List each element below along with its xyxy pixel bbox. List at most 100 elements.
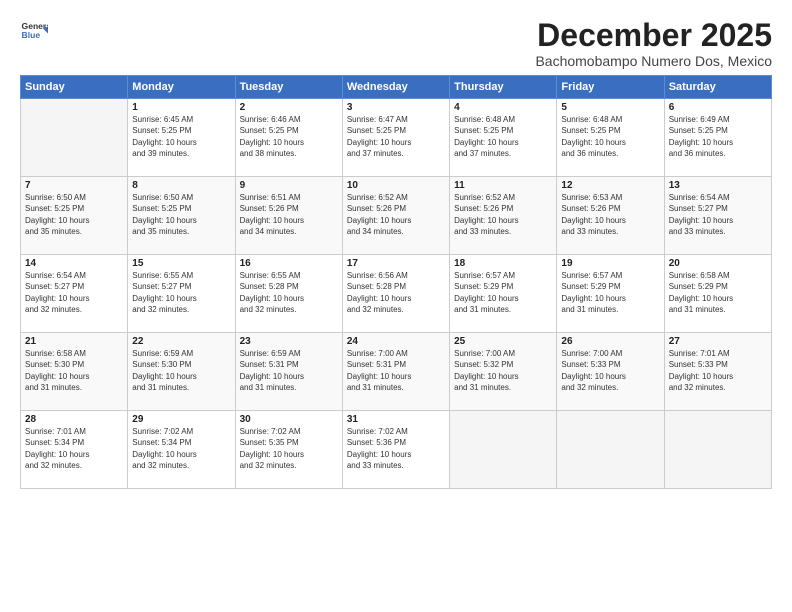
day-number: 22 <box>132 336 230 347</box>
day-number: 26 <box>561 336 659 347</box>
table-row: 30Sunrise: 7:02 AM Sunset: 5:35 PM Dayli… <box>235 411 342 489</box>
day-number: 8 <box>132 180 230 191</box>
table-row: 29Sunrise: 7:02 AM Sunset: 5:34 PM Dayli… <box>128 411 235 489</box>
table-row: 6Sunrise: 6:49 AM Sunset: 5:25 PM Daylig… <box>664 99 771 177</box>
calendar-table: Sunday Monday Tuesday Wednesday Thursday… <box>20 75 772 489</box>
table-row: 18Sunrise: 6:57 AM Sunset: 5:29 PM Dayli… <box>450 255 557 333</box>
month-title: December 2025 <box>535 18 772 53</box>
table-row: 9Sunrise: 6:51 AM Sunset: 5:26 PM Daylig… <box>235 177 342 255</box>
day-number: 6 <box>669 102 767 113</box>
day-info: Sunrise: 6:51 AM Sunset: 5:26 PM Dayligh… <box>240 192 338 237</box>
table-row: 12Sunrise: 6:53 AM Sunset: 5:26 PM Dayli… <box>557 177 664 255</box>
day-number: 19 <box>561 258 659 269</box>
location-title: Bachomobampo Numero Dos, Mexico <box>535 53 772 69</box>
table-row: 8Sunrise: 6:50 AM Sunset: 5:25 PM Daylig… <box>128 177 235 255</box>
day-number: 31 <box>347 414 445 425</box>
table-row: 24Sunrise: 7:00 AM Sunset: 5:31 PM Dayli… <box>342 333 449 411</box>
table-row: 7Sunrise: 6:50 AM Sunset: 5:25 PM Daylig… <box>21 177 128 255</box>
table-row: 3Sunrise: 6:47 AM Sunset: 5:25 PM Daylig… <box>342 99 449 177</box>
day-number: 17 <box>347 258 445 269</box>
calendar-week-row: 28Sunrise: 7:01 AM Sunset: 5:34 PM Dayli… <box>21 411 772 489</box>
header-thursday: Thursday <box>450 76 557 99</box>
table-row: 26Sunrise: 7:00 AM Sunset: 5:33 PM Dayli… <box>557 333 664 411</box>
day-info: Sunrise: 6:46 AM Sunset: 5:25 PM Dayligh… <box>240 114 338 159</box>
table-row: 15Sunrise: 6:55 AM Sunset: 5:27 PM Dayli… <box>128 255 235 333</box>
table-row: 14Sunrise: 6:54 AM Sunset: 5:27 PM Dayli… <box>21 255 128 333</box>
day-number: 29 <box>132 414 230 425</box>
calendar-week-row: 7Sunrise: 6:50 AM Sunset: 5:25 PM Daylig… <box>21 177 772 255</box>
table-row: 20Sunrise: 6:58 AM Sunset: 5:29 PM Dayli… <box>664 255 771 333</box>
day-info: Sunrise: 7:02 AM Sunset: 5:35 PM Dayligh… <box>240 426 338 471</box>
day-info: Sunrise: 6:59 AM Sunset: 5:31 PM Dayligh… <box>240 348 338 393</box>
table-row: 1Sunrise: 6:45 AM Sunset: 5:25 PM Daylig… <box>128 99 235 177</box>
day-info: Sunrise: 6:57 AM Sunset: 5:29 PM Dayligh… <box>561 270 659 315</box>
day-info: Sunrise: 6:56 AM Sunset: 5:28 PM Dayligh… <box>347 270 445 315</box>
day-number: 16 <box>240 258 338 269</box>
day-number: 2 <box>240 102 338 113</box>
day-number: 4 <box>454 102 552 113</box>
day-info: Sunrise: 7:00 AM Sunset: 5:31 PM Dayligh… <box>347 348 445 393</box>
day-info: Sunrise: 6:50 AM Sunset: 5:25 PM Dayligh… <box>132 192 230 237</box>
header: General Blue December 2025 Bachomobampo … <box>20 18 772 69</box>
table-row: 22Sunrise: 6:59 AM Sunset: 5:30 PM Dayli… <box>128 333 235 411</box>
calendar-week-row: 21Sunrise: 6:58 AM Sunset: 5:30 PM Dayli… <box>21 333 772 411</box>
header-saturday: Saturday <box>664 76 771 99</box>
table-row <box>664 411 771 489</box>
day-info: Sunrise: 6:48 AM Sunset: 5:25 PM Dayligh… <box>454 114 552 159</box>
table-row: 27Sunrise: 7:01 AM Sunset: 5:33 PM Dayli… <box>664 333 771 411</box>
day-info: Sunrise: 6:52 AM Sunset: 5:26 PM Dayligh… <box>347 192 445 237</box>
day-number: 28 <box>25 414 123 425</box>
day-info: Sunrise: 6:55 AM Sunset: 5:27 PM Dayligh… <box>132 270 230 315</box>
day-info: Sunrise: 6:45 AM Sunset: 5:25 PM Dayligh… <box>132 114 230 159</box>
table-row: 23Sunrise: 6:59 AM Sunset: 5:31 PM Dayli… <box>235 333 342 411</box>
day-info: Sunrise: 7:00 AM Sunset: 5:33 PM Dayligh… <box>561 348 659 393</box>
day-info: Sunrise: 6:53 AM Sunset: 5:26 PM Dayligh… <box>561 192 659 237</box>
table-row: 21Sunrise: 6:58 AM Sunset: 5:30 PM Dayli… <box>21 333 128 411</box>
day-info: Sunrise: 6:54 AM Sunset: 5:27 PM Dayligh… <box>669 192 767 237</box>
header-monday: Monday <box>128 76 235 99</box>
calendar-week-row: 14Sunrise: 6:54 AM Sunset: 5:27 PM Dayli… <box>21 255 772 333</box>
table-row: 16Sunrise: 6:55 AM Sunset: 5:28 PM Dayli… <box>235 255 342 333</box>
table-row: 31Sunrise: 7:02 AM Sunset: 5:36 PM Dayli… <box>342 411 449 489</box>
day-number: 24 <box>347 336 445 347</box>
logo-icon: General Blue <box>20 18 48 46</box>
day-info: Sunrise: 7:02 AM Sunset: 5:34 PM Dayligh… <box>132 426 230 471</box>
day-number: 25 <box>454 336 552 347</box>
day-info: Sunrise: 7:01 AM Sunset: 5:33 PM Dayligh… <box>669 348 767 393</box>
table-row: 13Sunrise: 6:54 AM Sunset: 5:27 PM Dayli… <box>664 177 771 255</box>
calendar-week-row: 1Sunrise: 6:45 AM Sunset: 5:25 PM Daylig… <box>21 99 772 177</box>
day-number: 15 <box>132 258 230 269</box>
day-info: Sunrise: 6:49 AM Sunset: 5:25 PM Dayligh… <box>669 114 767 159</box>
table-row: 11Sunrise: 6:52 AM Sunset: 5:26 PM Dayli… <box>450 177 557 255</box>
title-block: December 2025 Bachomobampo Numero Dos, M… <box>535 18 772 69</box>
table-row: 25Sunrise: 7:00 AM Sunset: 5:32 PM Dayli… <box>450 333 557 411</box>
weekday-header-row: Sunday Monday Tuesday Wednesday Thursday… <box>21 76 772 99</box>
header-tuesday: Tuesday <box>235 76 342 99</box>
day-info: Sunrise: 7:02 AM Sunset: 5:36 PM Dayligh… <box>347 426 445 471</box>
table-row <box>21 99 128 177</box>
day-number: 5 <box>561 102 659 113</box>
day-info: Sunrise: 6:50 AM Sunset: 5:25 PM Dayligh… <box>25 192 123 237</box>
header-wednesday: Wednesday <box>342 76 449 99</box>
table-row <box>557 411 664 489</box>
day-number: 3 <box>347 102 445 113</box>
day-number: 12 <box>561 180 659 191</box>
day-info: Sunrise: 6:54 AM Sunset: 5:27 PM Dayligh… <box>25 270 123 315</box>
table-row: 4Sunrise: 6:48 AM Sunset: 5:25 PM Daylig… <box>450 99 557 177</box>
day-number: 9 <box>240 180 338 191</box>
day-number: 18 <box>454 258 552 269</box>
day-number: 13 <box>669 180 767 191</box>
day-number: 27 <box>669 336 767 347</box>
table-row: 2Sunrise: 6:46 AM Sunset: 5:25 PM Daylig… <box>235 99 342 177</box>
table-row: 19Sunrise: 6:57 AM Sunset: 5:29 PM Dayli… <box>557 255 664 333</box>
day-info: Sunrise: 6:57 AM Sunset: 5:29 PM Dayligh… <box>454 270 552 315</box>
table-row: 5Sunrise: 6:48 AM Sunset: 5:25 PM Daylig… <box>557 99 664 177</box>
header-sunday: Sunday <box>21 76 128 99</box>
logo: General Blue <box>20 18 48 46</box>
day-info: Sunrise: 6:59 AM Sunset: 5:30 PM Dayligh… <box>132 348 230 393</box>
day-number: 14 <box>25 258 123 269</box>
day-number: 23 <box>240 336 338 347</box>
day-info: Sunrise: 6:48 AM Sunset: 5:25 PM Dayligh… <box>561 114 659 159</box>
day-number: 11 <box>454 180 552 191</box>
day-info: Sunrise: 7:00 AM Sunset: 5:32 PM Dayligh… <box>454 348 552 393</box>
